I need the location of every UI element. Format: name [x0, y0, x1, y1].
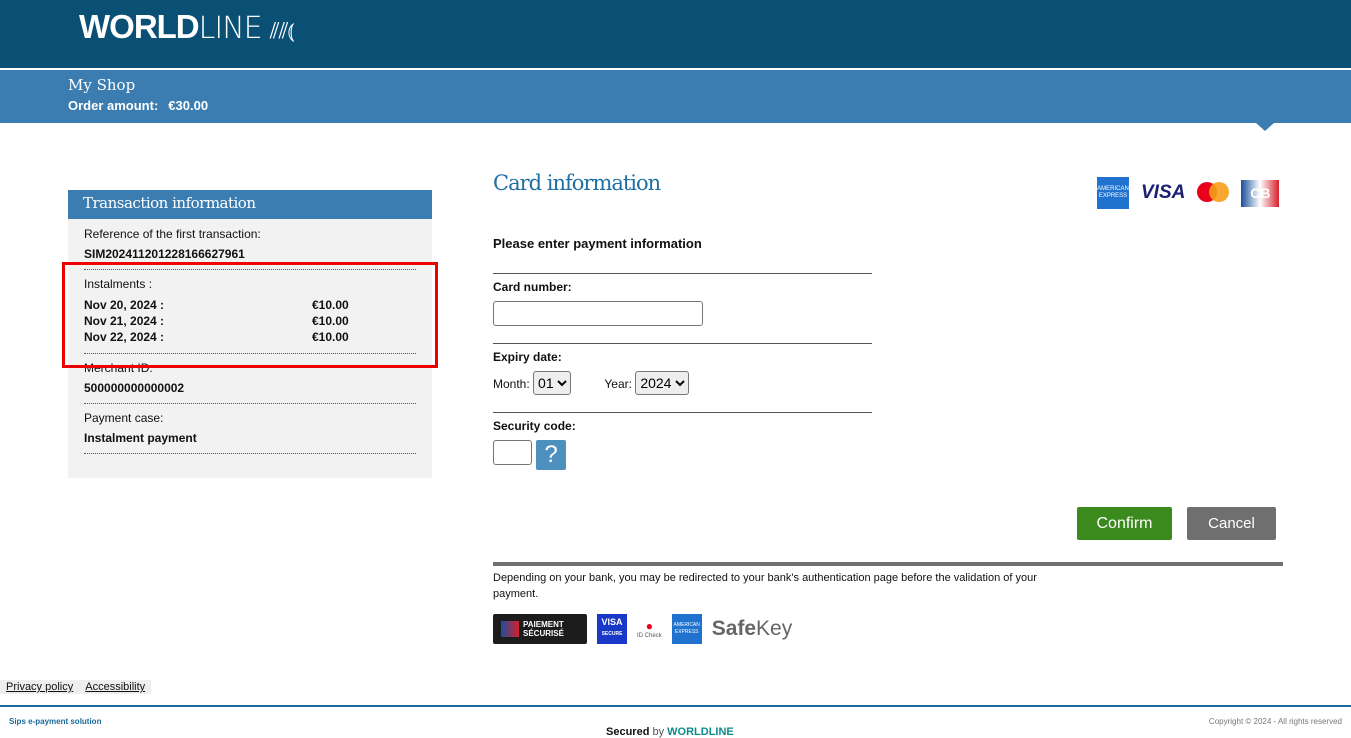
footer-links: Privacy policy Accessibility — [0, 680, 152, 694]
cb-icon: CB — [1241, 179, 1280, 207]
year-label: Year: — [604, 377, 632, 391]
highlight-box — [62, 262, 438, 368]
caret-down-icon — [1256, 123, 1274, 131]
worldline-waves-icon: ⫽⫽⦅ — [269, 19, 295, 44]
payment-case-label: Payment case: — [84, 411, 164, 425]
cancel-button[interactable]: Cancel — [1187, 507, 1276, 540]
safekey-logo: SafeKey — [711, 617, 793, 640]
confirm-button[interactable]: Confirm — [1077, 507, 1172, 540]
shop-name: My Shop — [68, 76, 136, 94]
amex-safekey-logo: AMERICAN EXPRESS — [671, 614, 702, 644]
security-badges: PAIEMENT SÉCURISÉ VISA SECURE ● ID Check AM… — [493, 614, 792, 644]
year-select[interactable]: 2024 — [635, 371, 690, 395]
merchant-id: 500000000000002 — [84, 381, 185, 395]
security-code-input[interactable] — [493, 440, 532, 465]
amex-icon: AMERICAN EXPRESS — [1097, 177, 1129, 209]
secured-by-worldline: Secured by WORLDLINE — [606, 726, 734, 738]
mastercard-icon — [1197, 182, 1230, 204]
payment-case: Instalment payment — [84, 431, 197, 445]
panel-title: Transaction information — [68, 190, 432, 219]
security-code-label: Security code: — [493, 419, 576, 433]
expiry-label: Expiry date: — [493, 350, 562, 364]
cb-paiement-securise-logo: PAIEMENT SÉCURISÉ — [493, 614, 587, 644]
accepted-cards: AMERICAN EXPRESS VISA CB — [1097, 177, 1280, 209]
footer-divider — [0, 705, 1351, 707]
card-form: Please enter payment information Card nu… — [493, 236, 872, 487]
reference-value: SIM202411201228166627961 — [84, 247, 245, 261]
help-icon[interactable]: ? — [536, 440, 566, 470]
authentication-note: Depending on your bank, you may be redir… — [493, 572, 1037, 600]
month-select[interactable]: 01 — [533, 371, 572, 395]
order-amount: Order amount: €30.00 — [68, 98, 209, 113]
mastercard-id-check-logo: ● ID Check — [637, 619, 662, 639]
card-number-input[interactable] — [493, 301, 703, 326]
privacy-policy-link[interactable]: Privacy policy — [6, 681, 73, 693]
visa-secure-logo: VISA SECURE — [597, 614, 627, 644]
form-prompt: Please enter payment information — [493, 236, 702, 251]
reference-label: Reference of the first transaction: — [84, 227, 261, 241]
divider — [493, 562, 1283, 566]
copyright: Copyright © 2024 - All rights reserved — [1208, 717, 1342, 726]
card-number-label: Card number: — [493, 280, 572, 294]
worldline-logo: WORLDLINE ⫽⫽⦅ — [79, 8, 295, 46]
top-header: WORLDLINE ⫽⫽⦅ — [0, 0, 1351, 68]
sips-label: Sips e-payment solution — [9, 717, 102, 726]
accessibility-link[interactable]: Accessibility — [85, 681, 145, 693]
month-label: Month: — [493, 377, 530, 391]
visa-icon: VISA — [1141, 182, 1186, 203]
card-info-title: Card information — [493, 171, 661, 195]
shop-band: My Shop Order amount: €30.00 — [0, 70, 1351, 123]
